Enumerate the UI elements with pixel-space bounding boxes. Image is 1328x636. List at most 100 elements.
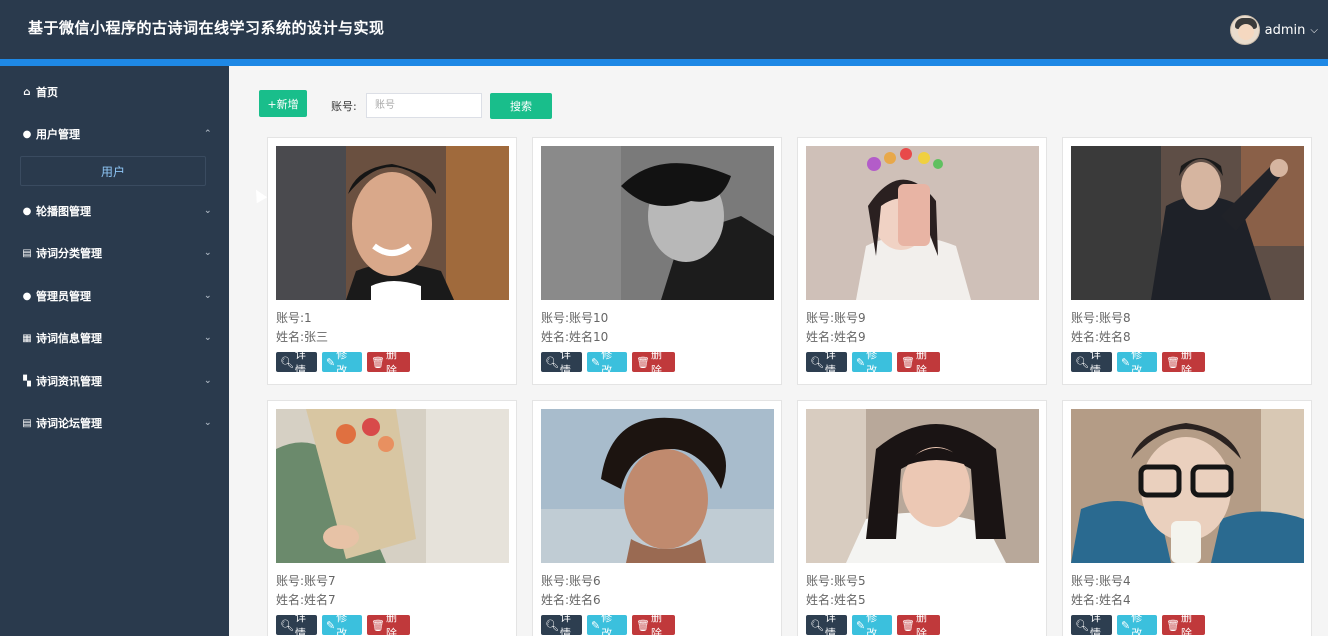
search-icon: 🔍︎: [1075, 618, 1089, 632]
detail-button[interactable]: 🔍︎ 详情: [276, 611, 317, 636]
news-icon: ▚: [23, 375, 31, 387]
detail-button[interactable]: 🔍︎ 详情: [806, 348, 847, 377]
user-card: 账号:账号4 姓名:姓名4 🔍︎ 详情 ✎ 修改 🗑︎ 删除: [1062, 400, 1312, 636]
user-photo: [806, 409, 1039, 563]
sidebar-item-poem-forum-management[interactable]: ▤ 诗词论坛管理 ⌄: [0, 413, 229, 433]
delete-button[interactable]: 🗑︎ 删除: [897, 348, 940, 377]
edit-button[interactable]: ✎ 修改: [587, 611, 627, 636]
edit-button[interactable]: ✎ 修改: [1117, 348, 1157, 377]
user-menu[interactable]: admin ⌵: [1229, 15, 1318, 45]
sidebar-item-label: 轮播图管理: [36, 205, 91, 218]
detail-button[interactable]: 🔍︎ 详情: [806, 611, 847, 636]
trash-icon: 🗑︎: [1166, 355, 1180, 369]
sidebar-item-label: 诗词信息管理: [36, 332, 102, 345]
sidebar-item-label: 诗词论坛管理: [36, 417, 102, 430]
sidebar-item-user-management[interactable]: ● 用户管理 ⌃: [0, 124, 229, 144]
search-icon: 🔍︎: [810, 618, 824, 632]
user-photo: [541, 409, 774, 563]
delete-button[interactable]: 🗑︎ 删除: [897, 611, 940, 636]
sidebar-item-label: 诗词资讯管理: [36, 375, 102, 388]
search-button[interactable]: 搜索: [490, 93, 552, 119]
trash-icon: 🗑︎: [901, 355, 915, 369]
account-text: 账号:1: [276, 311, 312, 325]
delete-label: 删除: [650, 611, 662, 636]
edit-button[interactable]: ✎ 修改: [1117, 611, 1157, 636]
search-input[interactable]: [366, 93, 482, 118]
home-icon: ⌂: [23, 86, 31, 98]
sidebar-item-label: 首页: [36, 86, 58, 99]
delete-button[interactable]: 🗑︎ 删除: [632, 348, 675, 377]
account-text: 账号:账号5: [806, 574, 866, 588]
edit-label: 修改: [601, 611, 613, 636]
top-header: 基于微信小程序的古诗词在线学习系统的设计与实现 admin ⌵: [0, 0, 1328, 59]
add-button[interactable]: +新增: [259, 90, 307, 117]
delete-label: 删除: [915, 611, 927, 636]
search-label: 账号:: [331, 100, 357, 113]
delete-button[interactable]: 🗑︎ 删除: [367, 611, 410, 636]
name-text: 姓名:姓名6: [541, 593, 601, 607]
search-icon: 🔍︎: [810, 355, 824, 369]
detail-label: 详情: [1089, 611, 1101, 636]
edit-button[interactable]: ✎ 修改: [852, 348, 892, 377]
detail-label: 详情: [559, 348, 571, 377]
edit-label: 修改: [1131, 611, 1143, 636]
edit-icon: ✎: [326, 618, 336, 632]
detail-button[interactable]: 🔍︎ 详情: [541, 611, 582, 636]
edit-button[interactable]: ✎ 修改: [322, 611, 362, 636]
sidebar-item-label: 管理员管理: [36, 290, 91, 303]
detail-button[interactable]: 🔍︎ 详情: [1071, 348, 1112, 377]
admin-icon: ●: [22, 290, 32, 302]
user-name[interactable]: admin: [1265, 23, 1306, 38]
name-text: 姓名:姓名8: [1071, 330, 1131, 344]
trash-icon: 🗑︎: [636, 355, 650, 369]
search-icon: 🔍︎: [545, 618, 559, 632]
name-text: 姓名:张三: [276, 330, 329, 344]
chevron-down-icon: ⌄: [204, 291, 212, 301]
detail-button[interactable]: 🔍︎ 详情: [1071, 611, 1112, 636]
chevron-down-icon: ⌄: [204, 248, 212, 258]
sidebar-item-label: 诗词分类管理: [36, 247, 102, 260]
name-text: 姓名:姓名5: [806, 593, 866, 607]
edit-button[interactable]: ✎ 修改: [322, 348, 362, 377]
delete-button[interactable]: 🗑︎ 删除: [632, 611, 675, 636]
sidebar-item-carousel-management[interactable]: ● 轮播图管理 ⌄: [0, 201, 229, 221]
avatar[interactable]: [1229, 15, 1260, 45]
account-text: 账号:账号9: [806, 311, 866, 325]
user-photo: [1071, 146, 1304, 300]
delete-label: 删除: [1180, 348, 1192, 377]
chevron-down-icon[interactable]: ⌵: [1310, 25, 1318, 36]
detail-button[interactable]: 🔍︎ 详情: [541, 348, 582, 377]
chevron-up-icon: ⌃: [204, 129, 212, 139]
delete-button[interactable]: 🗑︎ 删除: [367, 348, 410, 377]
sidebar-item-home[interactable]: ⌂ 首页: [0, 82, 229, 102]
search-icon: 🔍︎: [545, 355, 559, 369]
delete-button[interactable]: 🗑︎ 删除: [1162, 348, 1205, 377]
sidebar-item-category-management[interactable]: ▤ 诗词分类管理 ⌄: [0, 243, 229, 263]
delete-button[interactable]: 🗑︎ 删除: [1162, 611, 1205, 636]
edit-button[interactable]: ✎ 修改: [587, 348, 627, 377]
grid-icon: ▦: [22, 332, 32, 344]
sidebar-item-admin-management[interactable]: ● 管理员管理 ⌄: [0, 286, 229, 306]
header-accent-stripe: [0, 59, 1328, 66]
edit-icon: ✎: [1121, 355, 1131, 369]
user-card: 账号:1 姓名:张三 🔍︎ 详情 ✎ 修改 🗑︎ 删除: [267, 137, 517, 385]
edit-icon: ✎: [1121, 618, 1131, 632]
account-text: 账号:账号7: [276, 574, 336, 588]
delete-label: 删除: [1180, 611, 1192, 636]
trash-icon: 🗑︎: [1166, 618, 1180, 632]
sidebar-subitem-user[interactable]: 用户: [20, 156, 206, 186]
sidebar-item-poem-info-management[interactable]: ▦ 诗词信息管理 ⌄: [0, 328, 229, 348]
edit-label: 修改: [866, 611, 878, 636]
trash-icon: 🗑︎: [371, 355, 385, 369]
delete-label: 删除: [915, 348, 927, 377]
sidebar-item-label: 用户管理: [36, 128, 80, 141]
edit-button[interactable]: ✎ 修改: [852, 611, 892, 636]
account-text: 账号:账号8: [1071, 311, 1131, 325]
detail-button[interactable]: 🔍︎ 详情: [276, 348, 317, 377]
sidebar-item-poem-news-management[interactable]: ▚ 诗词资讯管理 ⌄: [0, 371, 229, 391]
name-text: 姓名:姓名7: [276, 593, 336, 607]
search-icon: 🔍︎: [280, 618, 294, 632]
search-icon: 🔍︎: [280, 355, 294, 369]
user-photo: [541, 146, 774, 300]
delete-label: 删除: [650, 348, 662, 377]
